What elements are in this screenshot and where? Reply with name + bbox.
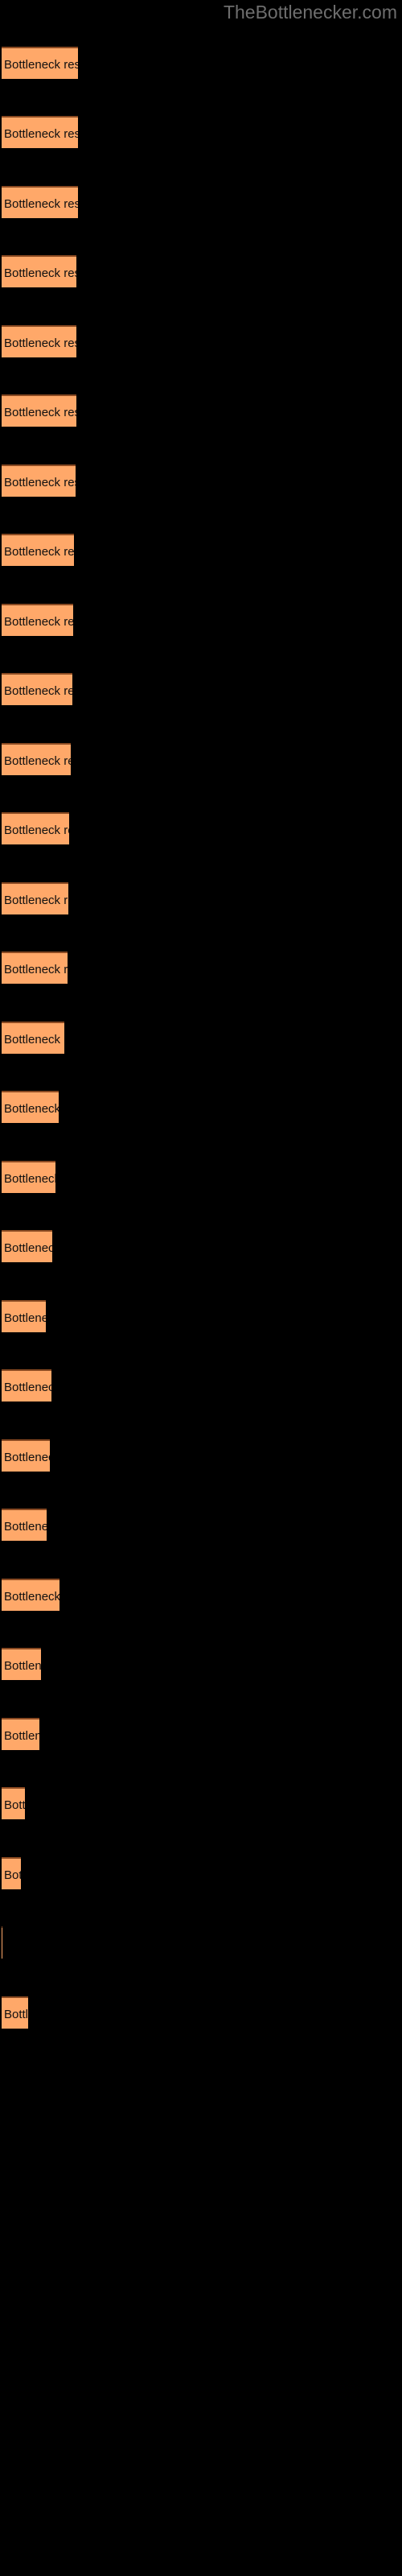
- bottleneck-result-bar[interactable]: Bottleneck result: [2, 1857, 21, 1889]
- bottleneck-result-bar[interactable]: Bottleneck result: [2, 464, 76, 497]
- bottleneck-result-bar[interactable]: Bottleneck result: [2, 952, 68, 984]
- bar-label: Bottleneck result: [4, 58, 78, 72]
- bottleneck-result-bar[interactable]: Bottleneck result: [2, 1369, 51, 1402]
- bar-label: Bottleneck result: [4, 1798, 25, 1812]
- bottleneck-result-bar[interactable]: Bottleneck result: [2, 47, 78, 79]
- bar-label: Bottleneck result: [4, 1381, 51, 1394]
- bar-label: Bottleneck result: [4, 127, 78, 141]
- bar-label: Bottleneck result: [4, 824, 69, 837]
- bottleneck-result-bar[interactable]: Bottleneck result: [2, 534, 74, 566]
- bar-label: Bottleneck result: [4, 1311, 46, 1325]
- bottleneck-result-bar[interactable]: Bottleneck result: [2, 1509, 47, 1541]
- bar-label: Bottleneck result: [4, 266, 76, 280]
- bar-label: Bottleneck result: [4, 476, 76, 489]
- bottleneck-result-bar[interactable]: Bottleneck result: [2, 1579, 59, 1611]
- bottleneck-result-bar[interactable]: Bottleneck result: [2, 1300, 46, 1332]
- bottleneck-result-bar[interactable]: Bottleneck result: [2, 325, 76, 357]
- bottleneck-result-bar[interactable]: Bottleneck result: [2, 1161, 55, 1193]
- page-root: TheBottlenecker.com Bottleneck resultBot…: [0, 0, 402, 2576]
- bar-label: Bottleneck result: [4, 545, 74, 559]
- bottleneck-result-bar[interactable]: Bottleneck result: [2, 1230, 52, 1262]
- bar-label: Bottleneck result: [4, 1033, 64, 1046]
- bar-label: Bottleneck result: [4, 894, 68, 907]
- bar-label: Bottleneck result: [4, 1590, 59, 1604]
- bottleneck-result-bar[interactable]: Bottleneck result: [2, 1091, 59, 1123]
- bottleneck-result-bar[interactable]: Bottleneck result: [2, 1996, 28, 2029]
- bottleneck-result-bar[interactable]: Bottleneck result: [2, 673, 72, 705]
- bar-label: Bottleneck result: [4, 615, 73, 629]
- bar-label: Bottleneck result: [4, 754, 71, 768]
- bottleneck-result-bar[interactable]: Bottleneck result: [2, 116, 78, 148]
- bottleneck-result-bar[interactable]: Bottleneck result: [2, 1718, 39, 1750]
- bottleneck-result-bar[interactable]: Bottleneck result: [2, 394, 76, 427]
- bar-label: Bottleneck result: [4, 963, 68, 976]
- bottleneck-result-bar[interactable]: Bottleneck result: [2, 882, 68, 914]
- bar-label: Bottleneck result: [4, 336, 76, 350]
- bottleneck-result-bar[interactable]: Bottleneck result: [2, 812, 69, 844]
- bar-label: Bottleneck result: [4, 1520, 47, 1534]
- bottleneck-bar-chart: Bottleneck result Bottleneck result Bottle…: [0, 0, 402, 2576]
- bottleneck-result-bar[interactable]: Bottleneck result: [2, 255, 76, 287]
- bottleneck-result-bar[interactable]: Bottleneck result: [2, 1648, 41, 1680]
- bottleneck-result-bar[interactable]: Bottleneck result: [2, 186, 78, 218]
- bottleneck-result-bar[interactable]: Bottleneck result: [2, 604, 73, 636]
- bar-label: Bottleneck result: [4, 197, 78, 211]
- bar-label: Bottleneck result: [4, 406, 76, 419]
- bar-label: Bottleneck result: [4, 1659, 41, 1673]
- bar-label: Bottleneck result: [4, 1451, 50, 1464]
- bottleneck-result-bar[interactable]: Bottleneck result: [2, 1787, 25, 1819]
- bar-label: Bottleneck result: [4, 1102, 59, 1116]
- bar-label: Bottleneck result: [4, 1729, 39, 1743]
- bar-label: Bottleneck result: [4, 684, 72, 698]
- bottleneck-result-bar[interactable]: Bottleneck result: [2, 1022, 64, 1054]
- bar-label: Bottleneck result: [4, 2008, 28, 2021]
- bar-label: Bottleneck result: [4, 1868, 21, 1882]
- bar-label: Bottleneck result: [4, 1172, 55, 1186]
- bottleneck-result-bar[interactable]: Bottleneck result: [2, 743, 71, 775]
- bar-label: Bottleneck result: [4, 1241, 52, 1255]
- bottleneck-result-bar[interactable]: Bottleneck result: [2, 1439, 50, 1472]
